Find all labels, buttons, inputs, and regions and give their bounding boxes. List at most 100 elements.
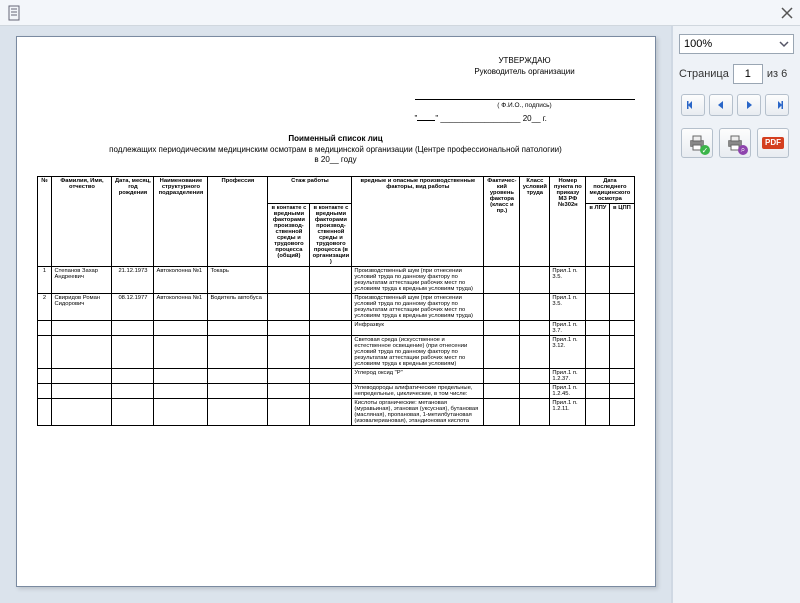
table-cell — [268, 399, 310, 426]
table-cell — [112, 369, 154, 384]
table-cell — [310, 267, 352, 294]
table-cell: Инфразвук — [352, 321, 484, 336]
page-input[interactable] — [733, 64, 763, 84]
approval-block: УТВЕРЖДАЮ Руководитель организации ( Ф.И… — [415, 55, 635, 124]
table-cell — [37, 399, 52, 426]
table-cell — [52, 384, 112, 399]
table-cell — [310, 321, 352, 336]
table-cell: Свиридов Роман Сидорович — [52, 294, 112, 321]
table-cell — [586, 267, 610, 294]
table-cell — [37, 336, 52, 369]
th-last: Дата последнего медицинского осмотра — [586, 177, 634, 204]
document-icon — [6, 5, 22, 21]
table-cell: 08.12.1977 — [112, 294, 154, 321]
title-line3: в 20__ году — [37, 155, 635, 166]
page-total: из 6 — [767, 68, 787, 80]
table-row: 2Свиридов Роман Сидорович08.12.1977Авток… — [37, 294, 634, 321]
table-cell — [268, 294, 310, 321]
personnel-table: № Фамилия, Имя, отчество Дата, месяц, го… — [37, 176, 635, 426]
table-cell: Водитель автобуса — [208, 294, 268, 321]
next-page-button[interactable] — [737, 94, 761, 116]
th-dob: Дата, месяц, год рождения — [112, 177, 154, 267]
print-preview-button[interactable]: ⌕ — [719, 128, 751, 158]
table-cell: Прил.1 п. 3.12. — [550, 336, 586, 369]
table-cell: Токарь — [208, 267, 268, 294]
prev-page-button[interactable] — [709, 94, 733, 116]
table-cell — [520, 369, 550, 384]
table-header-row: № Фамилия, Имя, отчество Дата, месяц, го… — [37, 177, 634, 204]
table-cell — [484, 384, 520, 399]
manager-caption: Руководитель организации — [415, 66, 635, 77]
zoom-value: 100% — [684, 38, 712, 50]
action-row: ✓ ⌕ PDF — [679, 128, 794, 158]
first-page-button[interactable] — [681, 94, 705, 116]
th-prof: Профессия — [208, 177, 268, 267]
table-cell — [154, 369, 208, 384]
document-page: УТВЕРЖДАЮ Руководитель организации ( Ф.И… — [16, 36, 656, 587]
th-exp1: в контакте с вредными факторами производ… — [268, 204, 310, 267]
table-cell — [610, 321, 634, 336]
table-cell: Автоколонна №1 — [154, 267, 208, 294]
table-cell — [520, 294, 550, 321]
table-cell — [208, 384, 268, 399]
table-row: Инфразвук Прил.1 п. 3.7. — [37, 321, 634, 336]
table-cell — [610, 294, 634, 321]
last-page-button[interactable] — [765, 94, 789, 116]
chevron-down-icon — [779, 39, 789, 49]
app-window: УТВЕРЖДАЮ Руководитель организации ( Ф.И… — [0, 0, 800, 603]
table-cell — [52, 399, 112, 426]
table-cell — [484, 321, 520, 336]
th-exp: Стаж работы — [268, 177, 352, 204]
table-cell: Углеводороды алифатические предельные, н… — [352, 384, 484, 399]
table-cell — [610, 384, 634, 399]
table-cell — [610, 399, 634, 426]
signature-line — [415, 91, 635, 100]
table-cell: Прил.1 п. 3.5. — [550, 294, 586, 321]
table-cell — [112, 399, 154, 426]
table-cell: Прил.1 п. 3.7. — [550, 321, 586, 336]
table-cell — [112, 384, 154, 399]
table-cell — [610, 267, 634, 294]
table-cell — [268, 369, 310, 384]
table-cell — [268, 267, 310, 294]
main-area: УТВЕРЖДАЮ Руководитель организации ( Ф.И… — [0, 26, 800, 603]
table-cell — [520, 384, 550, 399]
table-cell: 2 — [37, 294, 52, 321]
table-cell — [586, 369, 610, 384]
table-body: 1Степанов Захар Андреевич21.12.1973Авток… — [37, 267, 634, 426]
table-cell — [586, 399, 610, 426]
table-cell: Прил.1 п. 1.2.11. — [550, 399, 586, 426]
table-row: 1Степанов Захар Андреевич21.12.1973Авток… — [37, 267, 634, 294]
table-row: Углеводороды алифатические предельные, н… — [37, 384, 634, 399]
table-cell — [208, 399, 268, 426]
table-cell — [586, 336, 610, 369]
table-cell — [310, 336, 352, 369]
sidebar-panel: 100% Страница из 6 — [672, 26, 800, 603]
approval-date: "" __________________ 20__ г. — [415, 112, 635, 124]
zoom-row: 100% — [679, 34, 794, 54]
table-cell: Степанов Захар Андреевич — [52, 267, 112, 294]
th-lpu: в ЛПУ — [586, 204, 610, 267]
export-pdf-button[interactable]: PDF — [757, 128, 789, 158]
table-cell — [37, 321, 52, 336]
check-icon: ✓ — [700, 145, 710, 155]
title-line1: Поименный список лиц — [37, 134, 635, 145]
table-cell — [310, 369, 352, 384]
table-cell — [112, 336, 154, 369]
close-icon[interactable] — [780, 6, 794, 20]
th-n: № — [37, 177, 52, 267]
table-row: Световая среда (искусственное и естестве… — [37, 336, 634, 369]
print-button[interactable]: ✓ — [681, 128, 713, 158]
page-nav-row — [679, 94, 794, 116]
th-exp2: в контакте с вредными факторами производ… — [310, 204, 352, 267]
table-cell — [37, 369, 52, 384]
page-row: Страница из 6 — [679, 64, 794, 84]
table-cell: Производственный шум (при отнесении усло… — [352, 267, 484, 294]
table-cell — [310, 294, 352, 321]
table-cell — [268, 336, 310, 369]
zoom-select[interactable]: 100% — [679, 34, 794, 54]
table-cell: Производственный шум (при отнесении усло… — [352, 294, 484, 321]
table-cell: Углерод оксид "Р" — [352, 369, 484, 384]
document-scroll[interactable]: УТВЕРЖДАЮ Руководитель организации ( Ф.И… — [0, 26, 671, 603]
table-cell — [610, 369, 634, 384]
